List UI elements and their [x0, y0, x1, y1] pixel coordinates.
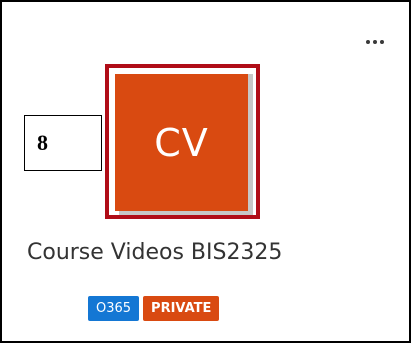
more-horizontal-icon-dot — [380, 40, 384, 44]
more-horizontal-icon-dot — [373, 40, 377, 44]
group-title[interactable]: Course Videos BIS2325 — [27, 240, 282, 265]
o365-badge: O365 — [88, 296, 140, 321]
more-options-button[interactable] — [360, 30, 390, 54]
more-horizontal-icon — [366, 40, 370, 44]
badge-row: O365 PRIVATE — [88, 296, 220, 321]
privacy-badge: PRIVATE — [143, 296, 220, 321]
highlight-frame — [105, 64, 260, 219]
annotation-number: 8 — [37, 130, 48, 155]
annotation-callout: 8 — [24, 115, 102, 171]
